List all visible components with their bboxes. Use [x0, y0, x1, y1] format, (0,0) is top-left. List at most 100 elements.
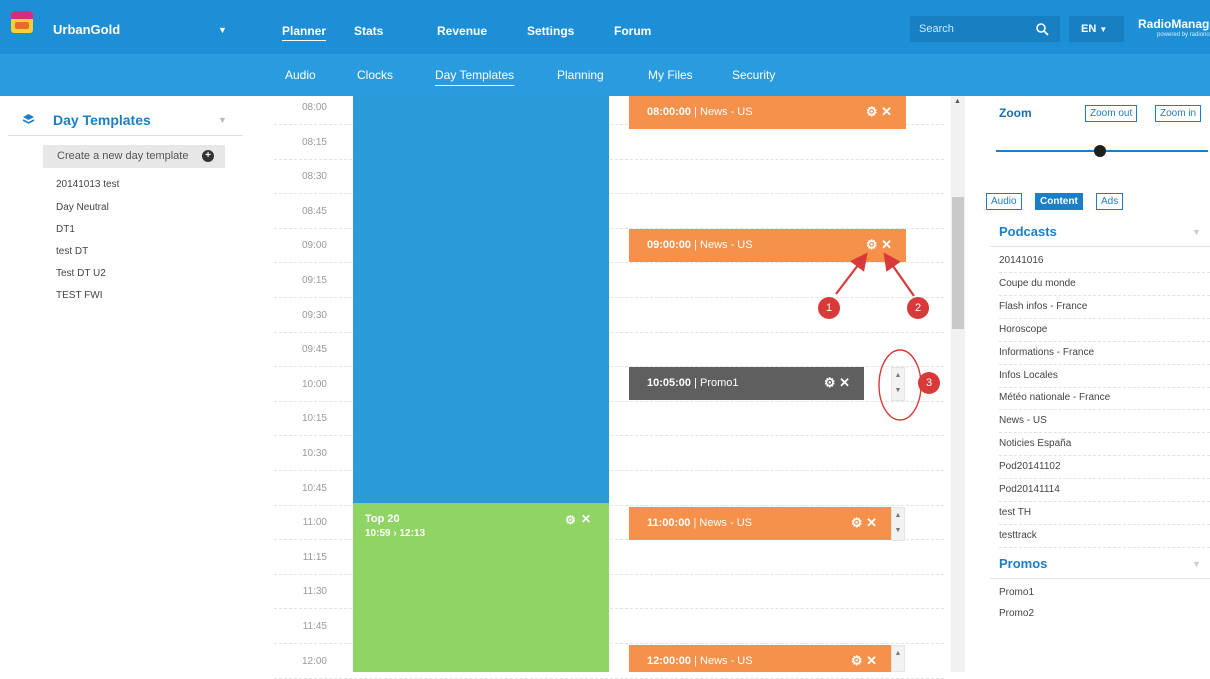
podcast-item[interactable]: 20141016 [999, 251, 1210, 273]
subnav-security[interactable]: Security [732, 68, 775, 82]
zoom-in-button[interactable]: Zoom in [1155, 105, 1202, 122]
zoom-label: Zoom [999, 106, 1032, 120]
chevron-up-icon[interactable]: ▲ [892, 646, 904, 661]
brand-logo: RadioManage [1138, 17, 1210, 31]
podcast-item[interactable]: Informations - France [999, 343, 1210, 365]
annotation-overlay [835, 252, 922, 421]
template-item[interactable]: DT1 [56, 224, 75, 235]
chevron-down-icon[interactable]: ▼ [892, 523, 904, 538]
brand-tagline: powered by radiono [1157, 32, 1210, 38]
nav-revenue[interactable]: Revenue [437, 24, 487, 38]
language-select[interactable]: EN ▼ [1069, 16, 1124, 42]
subnav-planning[interactable]: Planning [557, 68, 604, 82]
settings-gear-icon[interactable]: ⚙ [866, 104, 878, 119]
station-dropdown-icon[interactable]: ▼ [218, 25, 227, 35]
create-day-template-button[interactable]: Create a new day template + [43, 145, 225, 168]
event-time: 09:00:00 [647, 239, 692, 251]
collapse-icon[interactable]: ▼ [1192, 227, 1201, 237]
station-name[interactable]: UrbanGold [53, 22, 120, 37]
settings-gear-icon[interactable]: ⚙ [565, 513, 576, 527]
time-label: 10:30 [301, 448, 327, 459]
template-item[interactable]: Day Neutral [56, 202, 109, 213]
nav-stats[interactable]: Stats [354, 24, 383, 38]
time-gridline [274, 677, 944, 679]
podcast-item[interactable]: Pod20141102 [999, 457, 1210, 480]
subnav-my-files[interactable]: My Files [648, 68, 693, 82]
event-actions: ⚙ ✕ [866, 104, 892, 120]
event-order-spinner[interactable]: ▲ ▼ [891, 507, 905, 541]
close-icon[interactable]: ✕ [881, 104, 892, 119]
event-separator: | [691, 239, 701, 251]
time-label: 11:00 [302, 517, 327, 529]
subnav-clocks[interactable]: Clocks [357, 68, 393, 82]
zoom-slider-handle[interactable] [1094, 145, 1106, 157]
language-value: EN [1081, 23, 1097, 35]
promos-title: Promos [999, 556, 1048, 571]
close-icon[interactable]: ✕ [866, 653, 877, 668]
event-label: 08:00:00 | News - US [647, 106, 753, 118]
collapse-icon[interactable]: ▼ [218, 115, 227, 125]
template-item[interactable]: TEST FWI [56, 290, 102, 301]
time-label: 10:00 [301, 378, 327, 390]
collapse-icon[interactable]: ▼ [1192, 559, 1201, 569]
podcast-item[interactable]: Pod20141114 [999, 480, 1210, 502]
event-order-spinner[interactable]: ▲ [891, 645, 905, 672]
podcast-item[interactable]: Coupe du monde [999, 274, 1210, 296]
subnav-audio[interactable]: Audio [285, 68, 316, 82]
annotation-badge-2: 2 [907, 297, 929, 319]
subnav-day-templates[interactable]: Day Templates [435, 68, 514, 82]
event-news-0800[interactable]: 08:00:00 | News - US ⚙ ✕ [629, 96, 906, 129]
template-item[interactable]: 20141013 test [56, 179, 119, 190]
time-label: 08:00 [301, 102, 327, 113]
podcast-item[interactable]: Noticies España [999, 434, 1210, 457]
podcast-item[interactable]: Météo nationale - France [999, 388, 1210, 411]
event-time: 10:05:00 [647, 377, 692, 389]
chevron-down-icon: ▼ [1099, 25, 1108, 34]
chevron-up-icon[interactable]: ▲ [892, 508, 904, 523]
event-actions: ⚙ ✕ [851, 653, 877, 669]
nav-settings[interactable]: Settings [527, 24, 574, 38]
event-name: News - US [700, 655, 753, 667]
nav-forum[interactable]: Forum [614, 24, 651, 38]
settings-gear-icon[interactable]: ⚙ [851, 515, 863, 530]
podcast-item[interactable]: News - US [999, 411, 1210, 434]
clock-block-blue[interactable] [353, 96, 609, 503]
station-logo[interactable] [11, 11, 33, 33]
promo-item[interactable]: Promo1 [999, 583, 1210, 605]
block-time-range: 10:59 › 12:13 [365, 528, 426, 539]
podcast-item[interactable]: Flash infos - France [999, 297, 1210, 319]
sub-navbar: Audio Clocks Day Templates Planning My F… [0, 54, 1210, 96]
time-label: 09:30 [301, 309, 327, 321]
time-label: 08:45 [301, 205, 327, 217]
search-input[interactable]: Search [910, 16, 1060, 42]
podcast-item[interactable]: test TH [999, 503, 1210, 525]
search-icon[interactable] [1035, 22, 1049, 36]
event-label: 12:00:00 | News - US [647, 655, 753, 667]
filter-audio-button[interactable]: Audio [986, 193, 1022, 210]
settings-gear-icon[interactable]: ⚙ [851, 653, 863, 668]
event-label: 09:00:00 | News - US [647, 239, 753, 251]
event-separator: | [691, 655, 701, 667]
event-actions: ⚙ ✕ [851, 515, 877, 531]
zoom-out-button[interactable]: Zoom out [1085, 105, 1138, 122]
time-label: 12:00 [301, 655, 327, 667]
podcast-item[interactable]: Horoscope [999, 320, 1210, 342]
annotation-badge-1: 1 [818, 297, 840, 319]
promo-item[interactable]: Promo2 [999, 604, 1210, 626]
podcast-item[interactable]: Infos Locales [999, 366, 1210, 388]
filter-ads-button[interactable]: Ads [1096, 193, 1124, 210]
clock-block-top20[interactable]: Top 20 10:59 › 12:13 ⚙ ✕ [353, 503, 609, 672]
podcast-item[interactable]: testtrack [999, 526, 1210, 548]
close-icon[interactable]: ✕ [866, 515, 877, 530]
nav-planner[interactable]: Planner [282, 24, 326, 38]
top-navbar: UrbanGold ▼ Planner Stats Revenue Settin… [0, 0, 1210, 54]
close-icon[interactable]: ✕ [581, 512, 591, 526]
event-news-1100[interactable]: 11:00:00 | News - US ⚙ ✕ [629, 507, 891, 540]
template-item[interactable]: Test DT U2 [56, 268, 106, 279]
event-time: 11:00:00 [647, 517, 691, 529]
scroll-up-icon[interactable]: ▲ [954, 98, 961, 105]
event-news-1200[interactable]: 12:00:00 | News - US ⚙ ✕ [629, 645, 891, 672]
template-item[interactable]: test DT [56, 246, 88, 257]
filter-content-button[interactable]: Content [1035, 193, 1083, 210]
time-label: 09:00 [301, 240, 327, 252]
